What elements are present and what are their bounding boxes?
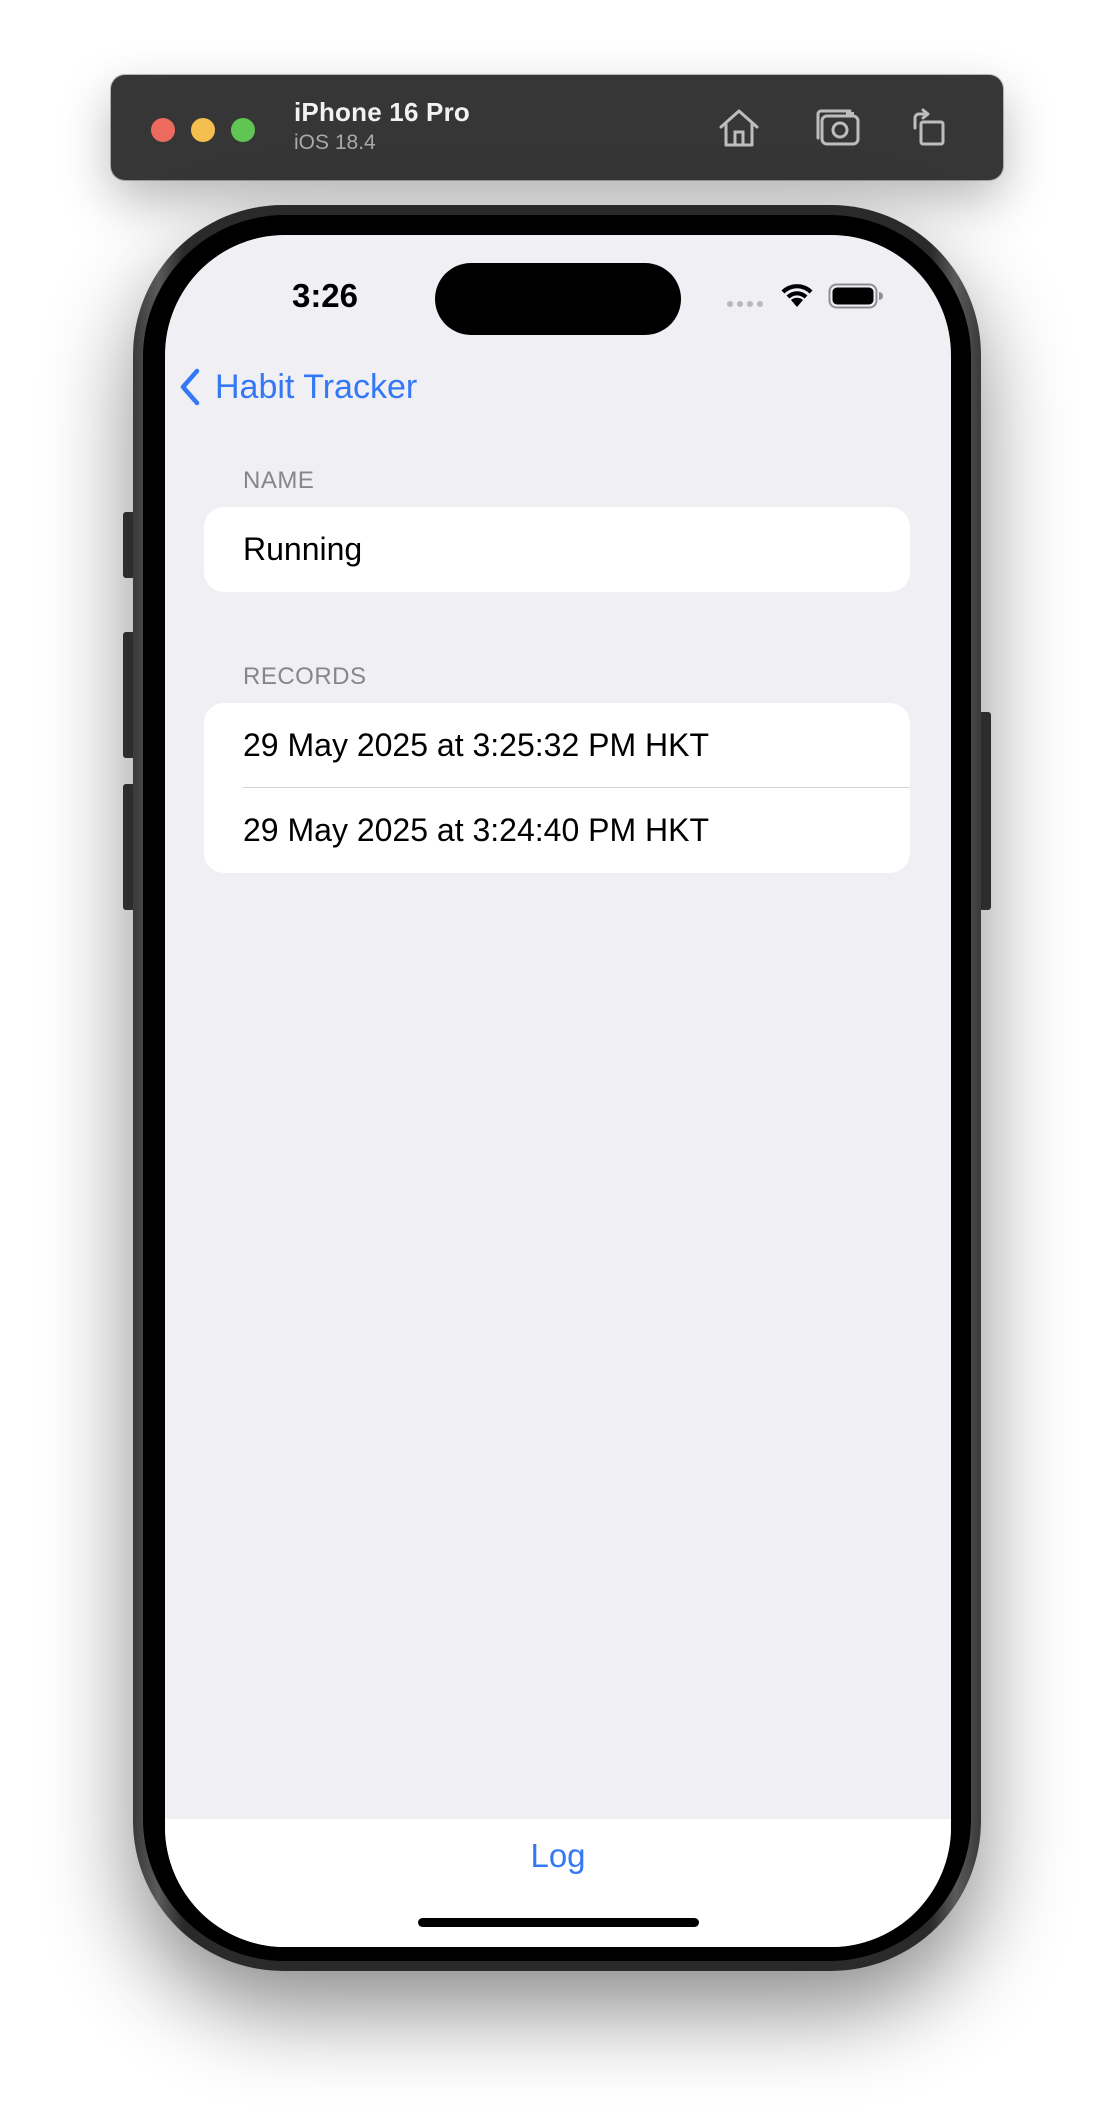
log-button[interactable]: Log xyxy=(508,1837,608,1883)
cellular-signal-icon xyxy=(727,301,763,307)
back-button[interactable]: Habit Tracker xyxy=(179,363,417,411)
simulator-toolbar: iPhone 16 Pro iOS 18.4 xyxy=(111,75,1003,180)
close-window-button[interactable] xyxy=(151,118,175,142)
back-button-label: Habit Tracker xyxy=(215,367,418,406)
battery-icon xyxy=(828,283,884,314)
name-group: Running xyxy=(204,507,910,592)
name-section-header: NAME xyxy=(243,467,315,494)
name-field[interactable]: Running xyxy=(204,507,910,592)
bottom-toolbar: Log xyxy=(165,1819,951,1947)
home-icon[interactable] xyxy=(714,103,764,153)
records-list: 29 May 2025 at 3:25:32 PM HKT 29 May 202… xyxy=(204,703,910,873)
record-row[interactable]: 29 May 2025 at 3:25:32 PM HKT xyxy=(204,703,910,788)
os-version: iOS 18.4 xyxy=(294,131,376,154)
dynamic-island xyxy=(435,263,681,335)
screenshot-icon[interactable] xyxy=(814,103,864,153)
records-section-header: RECORDS xyxy=(243,663,367,690)
phone-screen: 3:26 Habit Tracker NAME Running RECORDS … xyxy=(165,235,951,1947)
chevron-left-icon xyxy=(180,368,200,406)
status-time: 3:26 xyxy=(291,277,359,314)
wifi-icon xyxy=(780,282,814,313)
device-name: iPhone 16 Pro xyxy=(294,97,470,127)
zoom-window-button[interactable] xyxy=(231,118,255,142)
rotate-icon[interactable] xyxy=(904,103,954,153)
home-indicator[interactable] xyxy=(418,1918,699,1927)
record-row[interactable]: 29 May 2025 at 3:24:40 PM HKT xyxy=(204,788,910,873)
minimize-window-button[interactable] xyxy=(191,118,215,142)
